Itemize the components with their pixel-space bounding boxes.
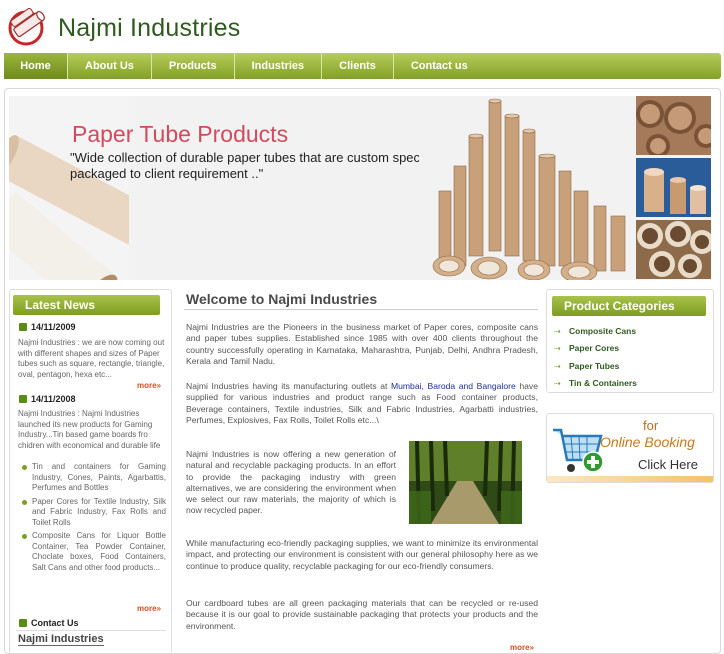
hero-banner: Paper Tube Products "Wide collection of … [9,96,711,280]
list-item: Composite Cans for Liquor Bottle Contain… [22,531,166,573]
news-text: Najmi Industries : we are now coming out… [18,338,165,379]
banner-tile-cores-image [636,96,711,155]
news-date-text: 14/11/2009 [31,322,76,332]
forest-path-image [409,441,522,524]
news-bullet-icon [19,323,27,331]
main-nav: Home About Us Products Industries Client… [4,53,721,79]
banner-tubes-stack-image [419,96,639,280]
news-sub-list: Tin and containers for Gaming Industry, … [22,462,166,576]
category-composite-cans[interactable]: Composite Cans [569,326,636,336]
welcome-divider [184,309,538,310]
contact-company: Najmi Industries [18,633,104,646]
booking-gradient-strip [547,476,713,482]
arrow-icon: ⇢ [554,362,561,371]
arrow-icon: ⇢ [554,327,561,336]
nav-about-us[interactable]: About Us [68,53,152,79]
news-date-text: 14/11/2008 [31,394,76,404]
nav-contact-us[interactable]: Contact us [394,53,485,79]
outlet-cities: Mumbai, Baroda and Bangalore [390,381,516,391]
category-tin-containers[interactable]: Tin & Containers [569,378,637,388]
news-text: Najmi Industries : Najmi Industries laun… [18,409,161,450]
banner-tile-cans-image [636,220,711,279]
paper-tube-logo-icon[interactable] [6,6,50,46]
welcome-more-link[interactable]: more» [510,643,534,652]
outlets-paragraph: Najmi Industries having its manufacturin… [186,381,538,425]
nav-clients[interactable]: Clients [322,53,394,79]
arrow-icon: ⇢ [554,344,561,353]
contact-line [16,630,166,631]
green-paragraph: Our cardboard tubes are all green packag… [186,598,538,631]
welcome-heading: Welcome to Najmi Industries [186,291,378,307]
booking-click-text: Click Here [638,457,698,472]
eco-paragraph: Najmi Industries is now offering a new g… [186,449,396,516]
latest-news-heading: Latest News [13,295,160,315]
category-paper-cores[interactable]: Paper Cores [569,343,619,353]
news-bullet-icon [19,395,27,403]
news-more-link[interactable]: more» [137,381,161,390]
site-title: Najmi Industries [58,14,241,42]
nav-products[interactable]: Products [152,53,235,79]
intro-paragraph: Najmi Industries are the Pioneers in the… [186,322,538,366]
category-paper-tubes[interactable]: Paper Tubes [569,361,619,371]
nav-home[interactable]: Home [4,53,68,79]
shopping-cart-icon [553,428,604,473]
manufacturing-paragraph: While manufacturing eco-friendly packagi… [186,538,538,571]
header: Najmi Industries [0,0,724,52]
news-more-link[interactable]: more» [137,604,161,613]
nav-industries[interactable]: Industries [235,53,323,79]
booking-title-text: Online Booking [600,434,695,450]
list-item: Tin and containers for Gaming Industry, … [22,462,166,494]
contact-heading: Contact Us [19,618,79,628]
bullet-icon [22,534,27,539]
booking-for-text: for [643,418,659,433]
news-date: 14/11/2008 [19,394,76,404]
arrow-icon: ⇢ [554,379,561,388]
online-booking-button[interactable]: for Online Booking Click Here [546,413,714,483]
list-item: Paper Cores for Textile Industry, Silk a… [22,497,166,529]
bullet-icon [22,465,27,470]
banner-title: Paper Tube Products [72,121,289,147]
banner-tile-tubes-image [636,158,711,217]
contact-bullet-icon [19,619,27,627]
bullet-icon [22,499,27,505]
categories-heading: Product Categories [552,296,706,316]
news-date: 14/11/2009 [19,322,76,332]
